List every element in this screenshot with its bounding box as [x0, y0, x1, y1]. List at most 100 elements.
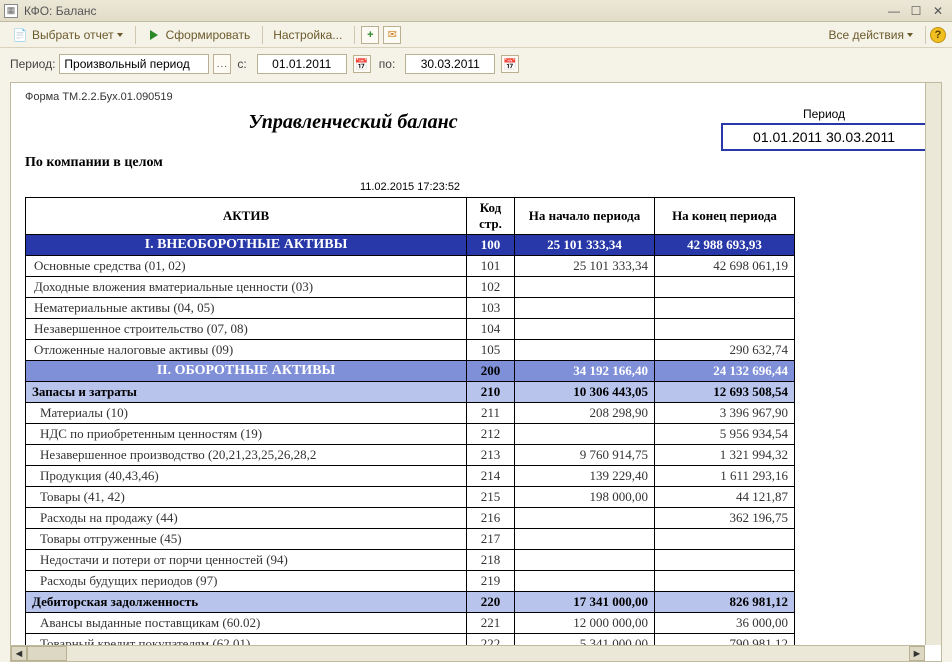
row-end-value	[655, 571, 795, 592]
row-end-value: 362 196,75	[655, 508, 795, 529]
scroll-right-button[interactable]: ►	[909, 646, 925, 661]
table-row[interactable]: II. ОБОРОТНЫЕ АКТИВЫ20034 192 166,4024 1…	[26, 361, 795, 382]
row-code: 102	[467, 277, 515, 298]
settings-button[interactable]: Настройка...	[267, 26, 348, 44]
company-line: По компании в целом	[25, 155, 927, 171]
table-row[interactable]: Расходы на продажу (44)216362 196,75	[26, 508, 795, 529]
row-begin-value: 10 306 443,05	[515, 382, 655, 403]
table-row[interactable]: Доходные вложения вматериальные ценности…	[26, 277, 795, 298]
row-end-value	[655, 319, 795, 340]
table-row[interactable]: Запасы и затраты21010 306 443,0512 693 5…	[26, 382, 795, 403]
row-end-value: 290 632,74	[655, 340, 795, 361]
row-name: Товары (41, 42)	[26, 487, 467, 508]
form-number: Форма ТМ.2.2.Бух.01.090519	[25, 91, 927, 103]
document-icon: 📄	[12, 27, 28, 43]
row-code: 200	[467, 361, 515, 382]
col-begin: На начало периода	[515, 198, 655, 235]
table-row[interactable]: Товары (41, 42)215198 000,0044 121,87	[26, 487, 795, 508]
table-row[interactable]: Недостачи и потери от порчи ценностей (9…	[26, 550, 795, 571]
app-icon: ▦	[4, 4, 18, 18]
row-begin-value: 25 101 333,34	[515, 235, 655, 256]
table-row[interactable]: I. ВНЕОБОРОТНЫЕ АКТИВЫ10025 101 333,3442…	[26, 235, 795, 256]
row-end-value: 826 981,12	[655, 592, 795, 613]
col-end: На конец периода	[655, 198, 795, 235]
generate-label: Сформировать	[166, 28, 251, 42]
help-button[interactable]: ?	[930, 27, 946, 43]
table-row[interactable]: Расходы будущих периодов (97)219	[26, 571, 795, 592]
chevron-right-icon: ►	[912, 648, 923, 660]
separator	[925, 26, 926, 44]
row-begin-value: 9 760 914,75	[515, 445, 655, 466]
period-label: Период:	[10, 57, 55, 71]
horizontal-scrollbar[interactable]: ◄ ►	[11, 645, 925, 661]
table-row[interactable]: Отложенные налоговые активы (09)105 290 6…	[26, 340, 795, 361]
period-type-input[interactable]	[59, 54, 209, 74]
row-code: 105	[467, 340, 515, 361]
row-code: 212	[467, 424, 515, 445]
row-name: Незавершенное строительство (07, 08)	[26, 319, 467, 340]
separator	[354, 26, 355, 44]
row-end-value: 3 396 967,90	[655, 403, 795, 424]
period-picker-button[interactable]: ...	[213, 54, 231, 74]
row-name: Незавершенное производство (20,21,23,25,…	[26, 445, 467, 466]
mail-icon: ✉	[388, 28, 397, 41]
table-row[interactable]: Материалы (10)211208 298,903 396 967,90	[26, 403, 795, 424]
minimize-button[interactable]: —	[884, 3, 904, 19]
table-row[interactable]: Нематериальные активы (04, 05)103	[26, 298, 795, 319]
date-to-calendar-button[interactable]: 📅	[501, 55, 519, 73]
row-begin-value	[515, 571, 655, 592]
row-name: Запасы и затраты	[26, 382, 467, 403]
row-code: 217	[467, 529, 515, 550]
row-code: 101	[467, 256, 515, 277]
email-button[interactable]: ✉	[383, 26, 401, 44]
settings-label: Настройка...	[273, 28, 342, 42]
vertical-scrollbar[interactable]	[925, 83, 941, 645]
date-from-input[interactable]	[257, 54, 347, 74]
select-report-button[interactable]: 📄 Выбрать отчет	[6, 25, 129, 45]
to-label: по:	[379, 57, 396, 71]
row-end-value	[655, 277, 795, 298]
row-begin-value	[515, 550, 655, 571]
row-begin-value	[515, 340, 655, 361]
row-end-value: 36 000,00	[655, 613, 795, 634]
row-name: Отложенные налоговые активы (09)	[26, 340, 467, 361]
generate-button[interactable]: Сформировать	[140, 25, 257, 45]
row-name: Дебиторская задолженность	[26, 592, 467, 613]
date-from-calendar-button[interactable]: 📅	[353, 55, 371, 73]
toolbar: 📄 Выбрать отчет Сформировать Настройка..…	[0, 22, 952, 48]
add-button[interactable]: +	[361, 26, 379, 44]
row-begin-value: 34 192 166,40	[515, 361, 655, 382]
table-row[interactable]: Незавершенное строительство (07, 08)104	[26, 319, 795, 340]
table-row[interactable]: Товары отгруженные (45)217	[26, 529, 795, 550]
row-name: Нематериальные активы (04, 05)	[26, 298, 467, 319]
row-end-value: 42 988 693,93	[655, 235, 795, 256]
table-row[interactable]: Продукция (40,43,46)214139 229,401 611 2…	[26, 466, 795, 487]
table-row[interactable]: Авансы выданные поставщикам (60.02)22112…	[26, 613, 795, 634]
question-icon: ?	[935, 29, 942, 41]
table-row[interactable]: Незавершенное производство (20,21,23,25,…	[26, 445, 795, 466]
row-end-value: 1 321 994,32	[655, 445, 795, 466]
calendar-icon: 📅	[503, 58, 517, 71]
report-area: Форма ТМ.2.2.Бух.01.090519 Управленчески…	[10, 82, 942, 662]
col-code: Код стр.	[467, 198, 515, 235]
scroll-thumb[interactable]	[27, 646, 67, 661]
period-bar: Период: ... с: 📅 по: 📅	[0, 48, 952, 80]
table-row[interactable]: НДС по приобретенным ценностям (19)2125 …	[26, 424, 795, 445]
row-end-value	[655, 298, 795, 319]
all-actions-button[interactable]: Все действия	[823, 26, 919, 44]
table-row[interactable]: Дебиторская задолженность22017 341 000,0…	[26, 592, 795, 613]
row-name: Расходы будущих периодов (97)	[26, 571, 467, 592]
table-row[interactable]: Основные средства (01, 02)10125 101 333,…	[26, 256, 795, 277]
all-actions-label: Все действия	[829, 28, 904, 42]
row-begin-value: 139 229,40	[515, 466, 655, 487]
close-button[interactable]: ✕	[928, 3, 948, 19]
scroll-left-button[interactable]: ◄	[11, 646, 27, 661]
row-begin-value: 25 101 333,34	[515, 256, 655, 277]
row-name: НДС по приобретенным ценностям (19)	[26, 424, 467, 445]
maximize-button[interactable]: ☐	[906, 3, 926, 19]
col-asset: АКТИВ	[26, 198, 467, 235]
row-name: I. ВНЕОБОРОТНЫЕ АКТИВЫ	[26, 235, 467, 256]
window-title: КФО: Баланс	[24, 4, 882, 18]
chevron-left-icon: ◄	[14, 648, 25, 660]
date-to-input[interactable]	[405, 54, 495, 74]
